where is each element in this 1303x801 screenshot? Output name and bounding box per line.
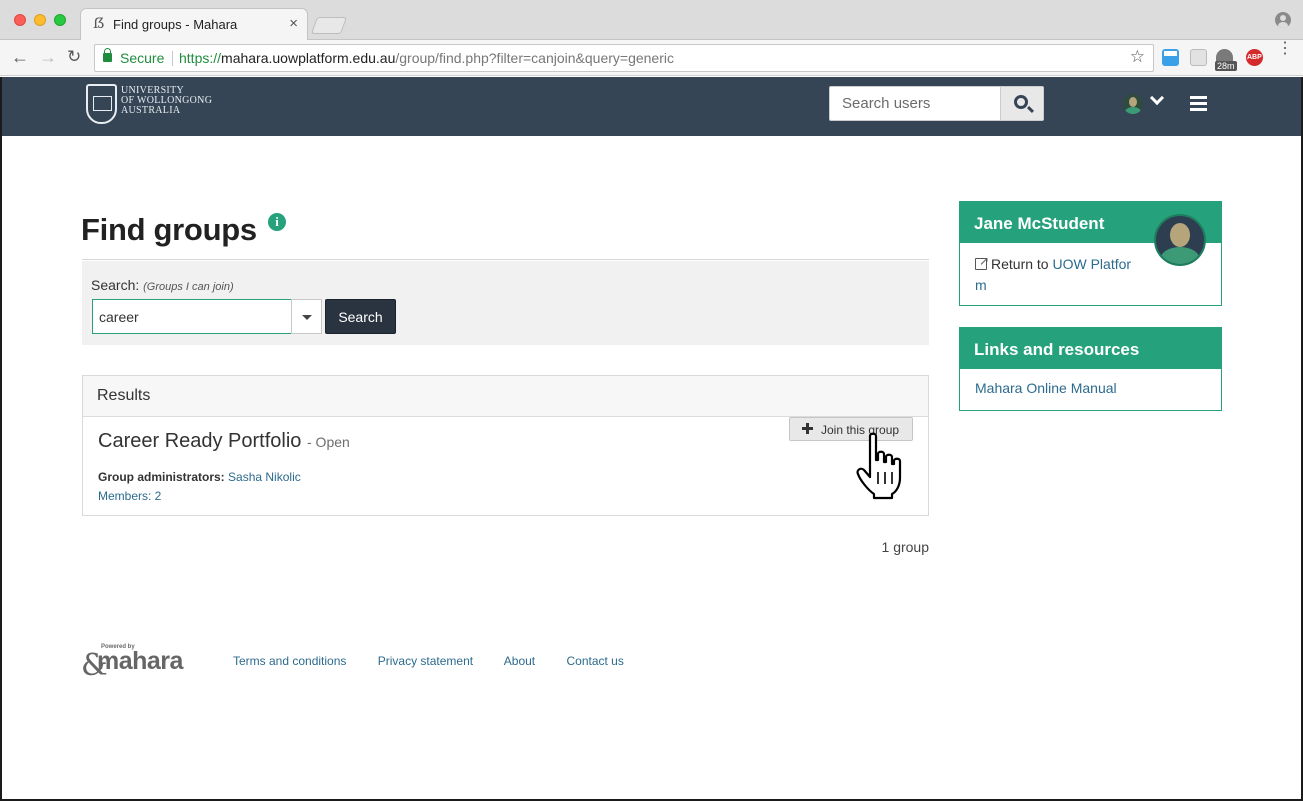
- return-prefix: Return to: [991, 256, 1053, 272]
- uow-crest-icon[interactable]: [86, 84, 117, 124]
- profile-avatar[interactable]: [1154, 214, 1206, 266]
- url-scheme: https://: [179, 50, 222, 66]
- user-menu-avatar[interactable]: [1123, 94, 1143, 114]
- mahara-manual-link[interactable]: Mahara Online Manual: [975, 380, 1117, 396]
- reload-icon[interactable]: ↻: [67, 47, 81, 67]
- zoom-window-button[interactable]: [54, 14, 66, 26]
- title-divider: [82, 259, 929, 260]
- lock-icon: [103, 48, 112, 62]
- page-title: Find groups: [81, 212, 257, 247]
- chevron-down-icon[interactable]: [1149, 90, 1165, 106]
- tab-find-groups[interactable]: ẞ Find groups - Mahara ×: [80, 8, 308, 41]
- hamburger-menu-icon[interactable]: [1190, 96, 1207, 111]
- return-to-platform: Return to UOW Platfor m: [975, 251, 1150, 296]
- admins-label: Group administrators:: [98, 470, 225, 484]
- back-icon[interactable]: ←: [11, 47, 29, 67]
- info-icon[interactable]: i: [268, 213, 286, 231]
- group-search-input[interactable]: [92, 299, 292, 334]
- footer-link-privacy[interactable]: Privacy statement: [378, 654, 473, 668]
- search-filter-note: (Groups I can join): [143, 281, 234, 293]
- browser-window: ẞ Find groups - Mahara × ← → ↻ Secure ht…: [0, 0, 1303, 801]
- search-users-button[interactable]: [1000, 87, 1043, 120]
- minimize-window-button[interactable]: [34, 14, 46, 26]
- hand-pointer-cursor-icon: [856, 432, 902, 500]
- window-frame-left: [0, 77, 2, 801]
- mahara-favicon-icon: ẞ: [93, 16, 105, 32]
- close-window-button[interactable]: [14, 14, 26, 26]
- user-profile-card: Jane McStudent Return to UOW Platform: [959, 201, 1222, 306]
- members-link[interactable]: Members: 2: [98, 489, 161, 503]
- links-card-heading: Links and resources: [960, 328, 1221, 369]
- logo-line: AUSTRALIA: [121, 105, 181, 116]
- url-host: mahara.uowplatform.edu.au: [221, 50, 396, 66]
- group-name-link[interactable]: Career Ready Portfolio: [98, 430, 301, 452]
- search-panel: Search: (Groups I can join) Search: [82, 261, 929, 345]
- adblock-label: ABP: [1247, 54, 1262, 61]
- results-heading: Results: [83, 376, 928, 417]
- search-button[interactable]: Search: [325, 299, 396, 334]
- search-users-box: [829, 86, 1044, 121]
- group-type: - Open: [307, 434, 350, 450]
- address-divider: [172, 51, 173, 66]
- group-title: Career Ready Portfolio - Open: [98, 430, 350, 453]
- group-administrators: Group administrators: Sasha Nikolic: [98, 470, 301, 484]
- extension-window-icon[interactable]: [1162, 49, 1179, 66]
- search-icon: [1014, 95, 1028, 109]
- uow-logo-text[interactable]: UNIVERSITY OF WOLLONGONG AUSTRALIA: [121, 86, 212, 116]
- search-label: Search: (Groups I can join): [91, 277, 234, 293]
- search-users-input[interactable]: [830, 87, 1001, 120]
- url-text[interactable]: https://mahara.uowplatform.edu.au/group/…: [179, 50, 674, 66]
- browser-profile-icon[interactable]: [1275, 12, 1291, 28]
- extension-timer-badge: 28m: [1215, 61, 1237, 71]
- browser-menu-icon[interactable]: ⋮: [1277, 41, 1293, 57]
- results-panel: Results Career Ready Portfolio - Open Jo…: [82, 375, 929, 516]
- tab-strip: ẞ Find groups - Mahara ×: [0, 0, 1303, 41]
- admin-name-link[interactable]: Sasha Nikolic: [228, 470, 301, 484]
- address-bar[interactable]: Secure https://mahara.uowplatform.edu.au…: [94, 44, 1154, 72]
- return-link-line1: UOW Platfor: [1052, 256, 1132, 272]
- plus-icon: [802, 423, 813, 434]
- search-label-text: Search:: [91, 277, 140, 293]
- footer-link-about[interactable]: About: [504, 654, 535, 668]
- external-link-icon: [975, 251, 989, 272]
- forward-icon[interactable]: →: [39, 47, 57, 67]
- links-resources-card: Links and resources Mahara Online Manual: [959, 327, 1222, 411]
- return-link-line2: m: [975, 277, 987, 293]
- tab-close-icon[interactable]: ×: [289, 15, 298, 32]
- browser-toolbar: ← → ↻ Secure https://mahara.uowplatform.…: [0, 40, 1303, 76]
- bookmark-star-icon[interactable]: ☆: [1130, 47, 1145, 67]
- footer-link-terms[interactable]: Terms and conditions: [233, 654, 346, 668]
- url-path: /group/find.php?filter=canjoin&query=gen…: [395, 50, 674, 66]
- result-count: 1 group: [881, 539, 929, 555]
- extension-cast-icon[interactable]: [1190, 49, 1207, 66]
- filter-dropdown-toggle[interactable]: [291, 299, 322, 334]
- footer-link-contact[interactable]: Contact us: [566, 654, 623, 668]
- mahara-wordmark: mahara: [97, 647, 183, 675]
- footer-links: Terms and conditions Privacy statement A…: [233, 654, 652, 668]
- tab-title: Find groups - Mahara: [113, 17, 238, 32]
- site-header: UNIVERSITY OF WOLLONGONG AUSTRALIA: [2, 77, 1301, 136]
- new-tab-button[interactable]: [310, 17, 348, 34]
- secure-label: Secure: [120, 50, 165, 66]
